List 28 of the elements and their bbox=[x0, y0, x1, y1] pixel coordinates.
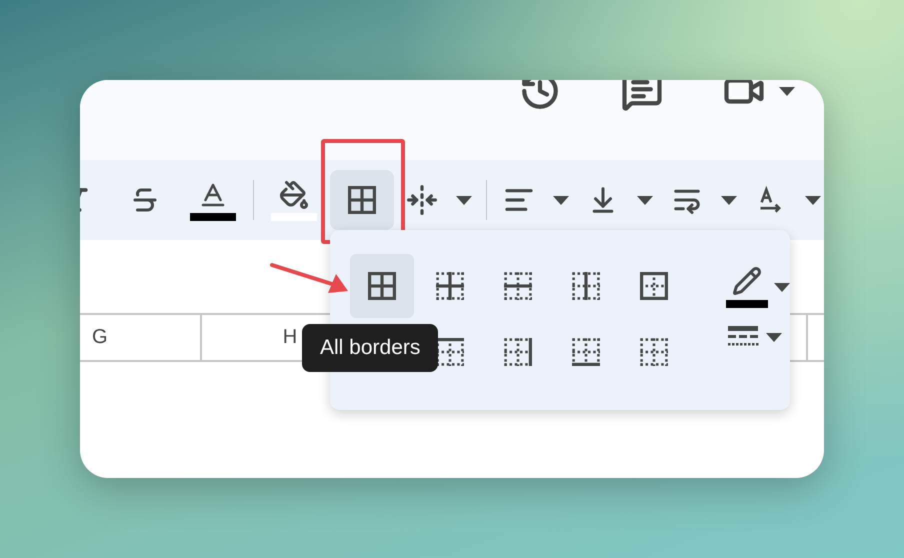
caret-icon bbox=[637, 196, 653, 204]
borders-button[interactable] bbox=[330, 170, 394, 230]
merge-icon bbox=[406, 184, 438, 216]
border-option[interactable] bbox=[350, 254, 414, 318]
history-icon[interactable] bbox=[519, 80, 561, 112]
column-header: G bbox=[92, 326, 108, 349]
caret-icon bbox=[766, 332, 782, 342]
border-all-icon bbox=[348, 186, 376, 214]
border-clear-icon bbox=[640, 338, 668, 366]
border-horizontal-icon bbox=[504, 272, 532, 300]
tooltip: All borders bbox=[302, 324, 438, 372]
comment-icon[interactable] bbox=[621, 80, 663, 112]
caret-icon bbox=[553, 196, 569, 204]
caret-icon bbox=[456, 196, 472, 204]
caret-icon bbox=[721, 196, 737, 204]
border-vertical-icon bbox=[572, 272, 600, 300]
caret-icon bbox=[774, 282, 790, 292]
border-all-icon bbox=[368, 272, 396, 300]
column-header: H bbox=[282, 326, 298, 349]
border-color-button[interactable] bbox=[726, 266, 790, 308]
border-right-icon bbox=[504, 338, 532, 366]
border-bottom-icon bbox=[572, 338, 600, 366]
paint-bucket-icon bbox=[279, 180, 309, 210]
pencil-icon bbox=[732, 266, 762, 296]
caret-icon bbox=[779, 86, 795, 96]
caret-icon bbox=[805, 196, 821, 204]
border-inner-icon bbox=[436, 272, 464, 300]
border-outer-icon bbox=[640, 272, 668, 300]
